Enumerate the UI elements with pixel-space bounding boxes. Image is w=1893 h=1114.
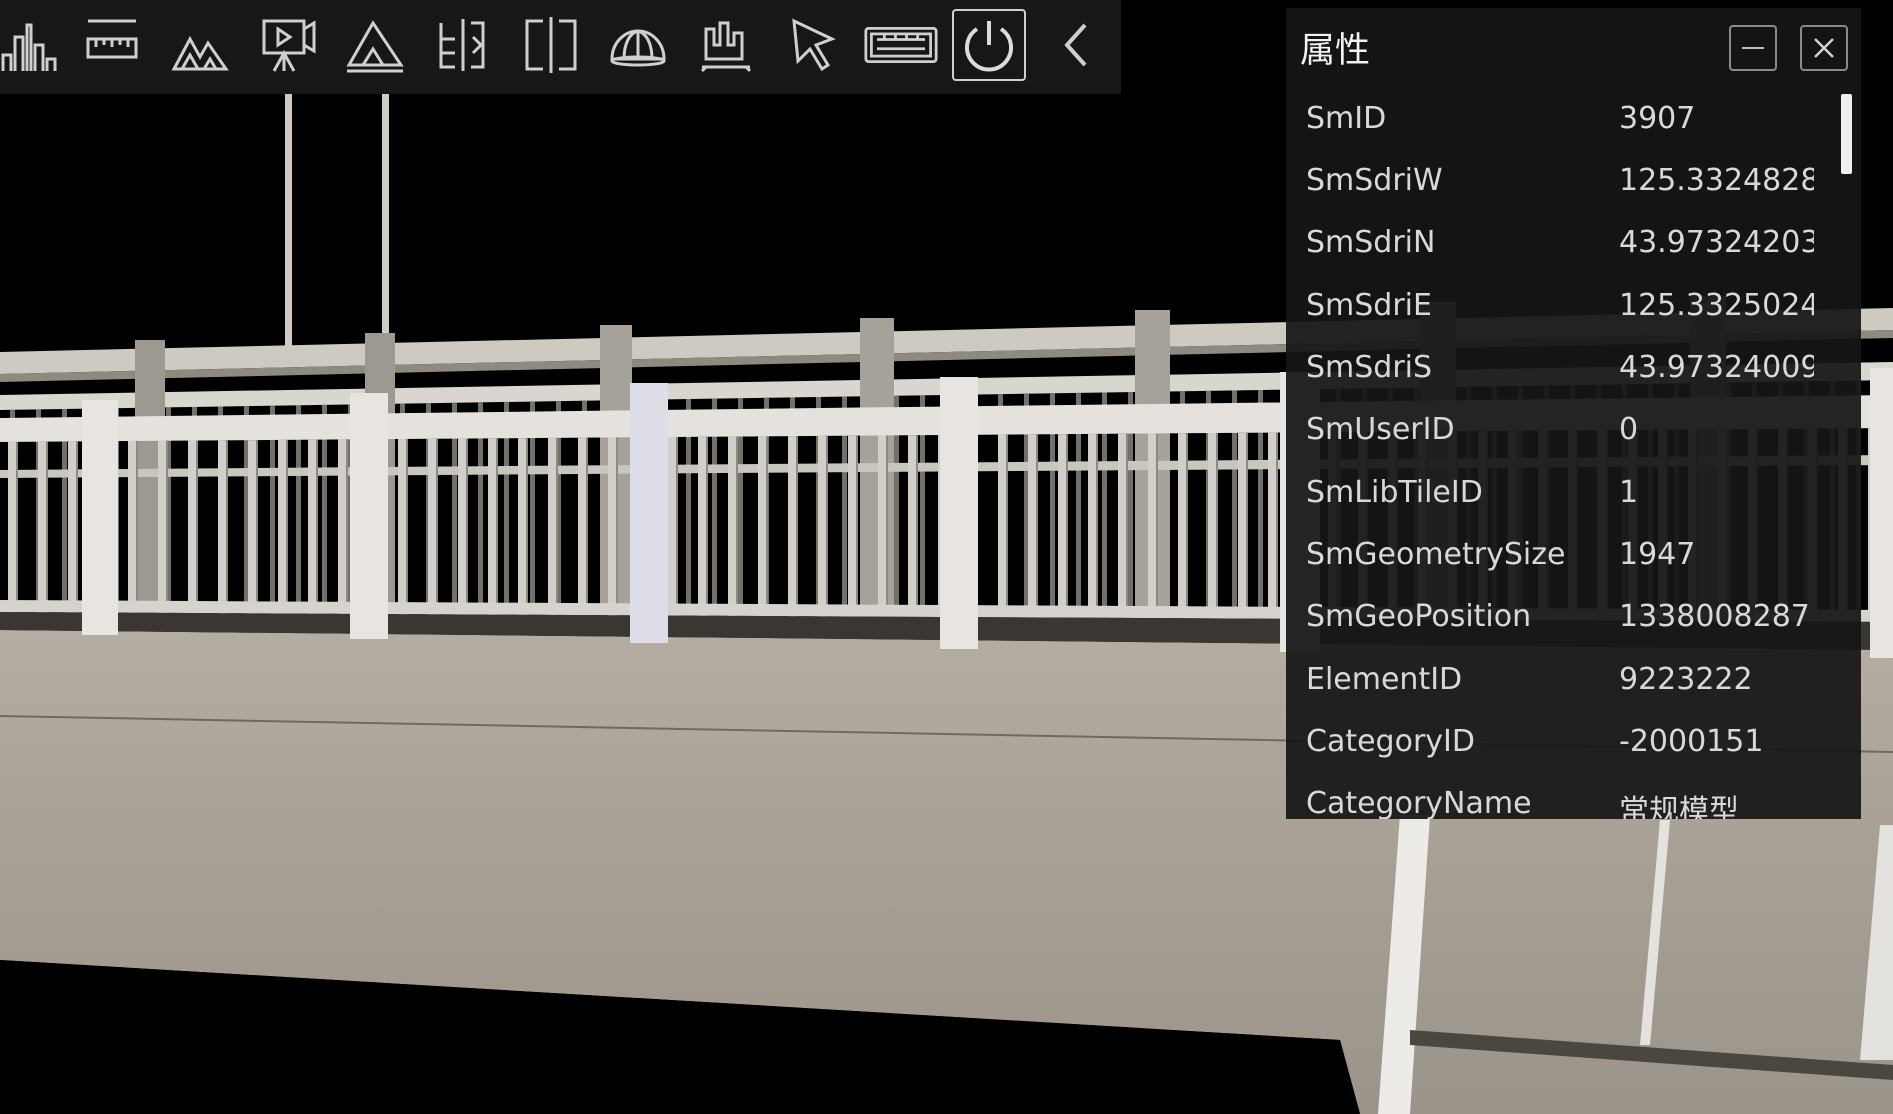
property-key: SmLibTileID: [1306, 475, 1483, 510]
property-key: SmSdriS: [1306, 350, 1433, 385]
property-row: SmUserID 0: [1286, 400, 1834, 462]
panel-title: 属性: [1300, 31, 1371, 71]
property-value: 43.973242037: [1619, 225, 1814, 260]
dome-icon: [610, 29, 666, 67]
property-value: 1: [1619, 475, 1639, 510]
flight-camera-icon: [262, 19, 316, 72]
property-row: SmGeometrySize 1947: [1286, 525, 1834, 587]
compare-split-tool[interactable]: [426, 9, 500, 81]
properties-panel: 属性 SmID 3907 SmSdriW 125.33248281 SmSdriN 4…: [1286, 8, 1861, 819]
property-row: SmSdriS 43.973240090: [1286, 338, 1834, 400]
property-value: 0: [1619, 412, 1639, 447]
property-key: SmSdriW: [1306, 163, 1443, 198]
measure-tool[interactable]: [75, 9, 149, 81]
profile-chart-icon: [700, 21, 752, 73]
property-value: 常规模型: [1619, 794, 1739, 819]
property-list[interactable]: SmID 3907 SmSdriW 125.33248281 SmSdriN 43.9…: [1286, 89, 1861, 819]
property-value: 125.33248281: [1619, 163, 1814, 198]
select-tool[interactable]: [777, 9, 851, 81]
minimize-icon: [1742, 47, 1764, 49]
property-value: 1338008287: [1619, 599, 1810, 634]
property-row: SmLibTileID 1: [1286, 463, 1834, 525]
profile-chart-tool[interactable]: [689, 9, 763, 81]
collapse-toolbar-button[interactable]: [1040, 9, 1114, 81]
close-icon: [1814, 38, 1834, 58]
cursor-select-icon: [792, 18, 836, 72]
property-key: SmUserID: [1306, 412, 1455, 447]
ruler-icon: [86, 19, 138, 59]
property-row: SmGeoPosition 1338008287: [1286, 587, 1834, 649]
terrain-icon: [171, 35, 229, 71]
keyboard-icon: [864, 26, 938, 64]
property-key: SmGeometrySize: [1306, 537, 1566, 572]
chevron-left-icon: [1064, 23, 1087, 67]
property-key: CategoryName: [1306, 786, 1532, 819]
property-value: 43.973240090: [1619, 350, 1814, 385]
split-view-tool[interactable]: [514, 9, 588, 81]
property-key: SmID: [1306, 101, 1387, 136]
compare-split-icon: [439, 19, 485, 71]
close-button[interactable]: [1800, 25, 1848, 71]
city-skyline-tool[interactable]: [0, 9, 66, 81]
property-value: 9223222: [1619, 662, 1753, 697]
toolbar: [0, 0, 1121, 94]
property-row: CategoryID -2000151: [1286, 712, 1834, 774]
property-row: SmSdriN 43.973242037: [1286, 213, 1834, 275]
dome-tool[interactable]: [601, 9, 675, 81]
property-value: -2000151: [1619, 724, 1764, 759]
property-row: CategoryName 常规模型: [1286, 774, 1834, 819]
property-value: 3907: [1619, 101, 1696, 136]
property-row: SmID 3907: [1286, 89, 1834, 151]
property-row: SmSdriE 125.33250244: [1286, 276, 1834, 338]
property-value: 125.33250244: [1619, 288, 1814, 323]
property-key: SmSdriN: [1306, 225, 1436, 260]
flight-camera-tool[interactable]: [251, 9, 325, 81]
mountain-analysis-tool[interactable]: [338, 9, 412, 81]
property-key: ElementID: [1306, 662, 1463, 697]
property-value: 1947: [1619, 537, 1696, 572]
minimize-button[interactable]: [1729, 25, 1777, 71]
property-key: CategoryID: [1306, 724, 1475, 759]
power-tool[interactable]: [952, 9, 1026, 81]
scrollbar-thumb[interactable]: [1841, 94, 1852, 174]
property-key: SmSdriE: [1306, 288, 1432, 323]
property-row: SmSdriW 125.33248281: [1286, 151, 1834, 213]
property-key: SmGeoPosition: [1306, 599, 1532, 634]
power-icon: [965, 21, 1013, 72]
split-view-icon: [525, 17, 577, 73]
keyboard-tool[interactable]: [864, 9, 938, 81]
terrain-tool[interactable]: [163, 9, 237, 81]
city-skyline-icon: [1, 23, 57, 71]
mountain-analysis-icon: [346, 20, 404, 73]
property-row: ElementID 9223222: [1286, 650, 1834, 712]
